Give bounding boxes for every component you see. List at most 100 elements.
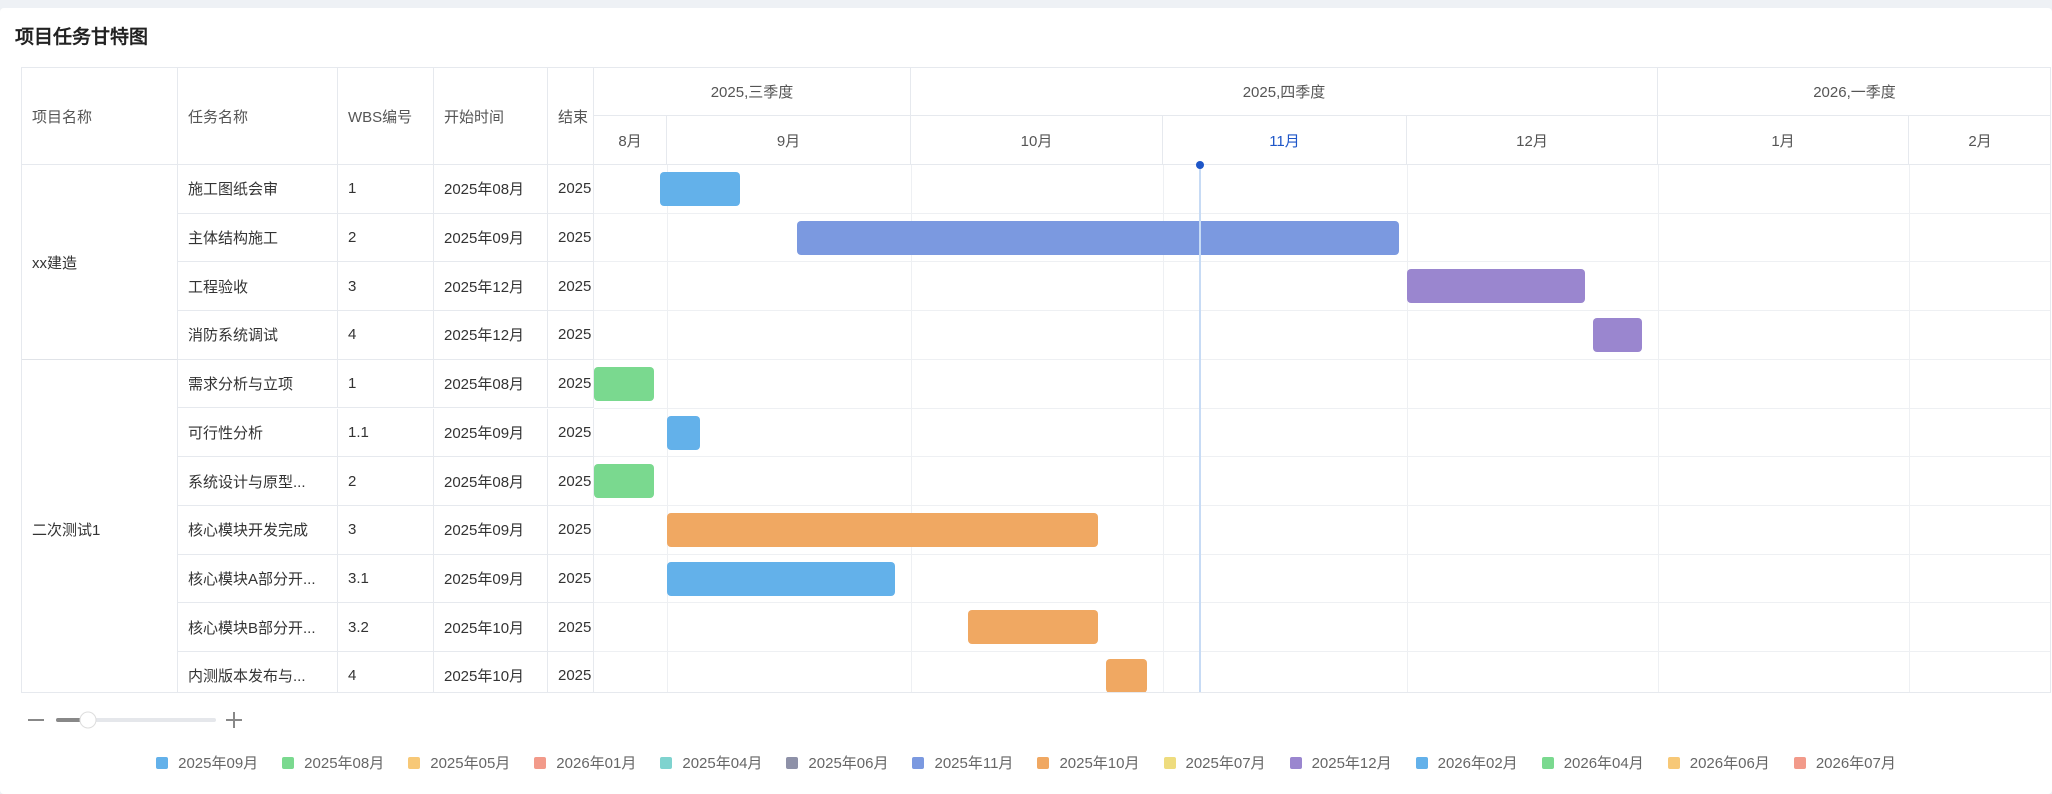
- end-date-cell[interactable]: 2025: [548, 262, 594, 312]
- wbs-cell[interactable]: 3: [338, 262, 434, 312]
- legend-item[interactable]: 2025年12月: [1289, 752, 1392, 773]
- start-date-cell[interactable]: 2025年09月: [434, 408, 548, 458]
- legend-item[interactable]: 2025年11月: [912, 752, 1013, 773]
- legend-label: 2025年04月: [682, 755, 763, 772]
- task-bar[interactable]: [1593, 318, 1642, 353]
- wbs-cell[interactable]: 4: [338, 652, 434, 692]
- legend-label: 2025年07月: [1185, 755, 1266, 772]
- task-bar[interactable]: [667, 415, 700, 450]
- task-name-cell[interactable]: 可行性分析: [178, 408, 338, 458]
- legend-item[interactable]: 2025年07月: [1163, 752, 1266, 773]
- task-name-cell[interactable]: 工程验收: [178, 262, 338, 312]
- grid-hline: [594, 261, 2050, 263]
- wbs-cell[interactable]: 3.2: [338, 603, 434, 652]
- task-name-cell[interactable]: 内测版本发布与...: [178, 652, 338, 692]
- task-bar[interactable]: [594, 464, 654, 499]
- task-bar[interactable]: [1106, 659, 1147, 692]
- end-date-cell[interactable]: 2025: [548, 505, 594, 555]
- start-date-cell[interactable]: 2025年10月: [434, 603, 548, 652]
- task-bar[interactable]: [660, 172, 741, 206]
- task-bar[interactable]: [667, 561, 895, 596]
- legend-item[interactable]: 2026年07月: [1793, 752, 1896, 773]
- legend-label: 2026年02月: [1437, 755, 1518, 772]
- legend-swatch: [1415, 756, 1428, 769]
- start-date-cell[interactable]: 2025年09月: [434, 213, 548, 263]
- column-header-wbs[interactable]: WBS编号: [338, 68, 434, 165]
- start-date-cell[interactable]: 2025年09月: [434, 554, 548, 604]
- task-name-cell[interactable]: 核心模块A部分开...: [178, 554, 338, 604]
- legend-item[interactable]: 2025年05月: [408, 752, 510, 773]
- column-header-task[interactable]: 任务名称: [178, 68, 338, 165]
- wbs-cell[interactable]: 1: [338, 359, 434, 409]
- wbs-cell[interactable]: 4: [338, 311, 434, 360]
- legend-item[interactable]: 2025年06月: [786, 752, 888, 773]
- legend-item[interactable]: 2026年02月: [1415, 752, 1518, 773]
- project-cell-xx[interactable]: xx建造: [22, 165, 178, 360]
- wbs-cell[interactable]: 3: [338, 505, 434, 555]
- column-header-end[interactable]: 结束: [548, 68, 594, 165]
- zoom-thumb[interactable]: [79, 711, 97, 729]
- column-header-start[interactable]: 开始时间: [434, 68, 548, 165]
- start-date-cell[interactable]: 2025年09月: [434, 505, 548, 555]
- legend-label: 2025年06月: [808, 755, 889, 772]
- task-name-cell[interactable]: 核心模块开发完成: [178, 505, 338, 555]
- end-date-cell[interactable]: 2025: [548, 652, 594, 692]
- wbs-cell[interactable]: 2: [338, 457, 434, 506]
- start-date-cell[interactable]: 2025年08月: [434, 457, 548, 506]
- task-name-cell[interactable]: 施工图纸会审: [178, 165, 338, 214]
- legend-item[interactable]: 2026年06月: [1667, 752, 1770, 773]
- legend-swatch: [1793, 756, 1806, 769]
- legend-swatch: [282, 756, 295, 769]
- legend-label: 2026年04月: [1563, 755, 1644, 772]
- legend-item[interactable]: 2025年08月: [282, 752, 384, 773]
- task-name-cell[interactable]: 系统设计与原型...: [178, 457, 338, 506]
- legend-item[interactable]: 2025年04月: [660, 752, 762, 773]
- month-header: 2月: [1909, 116, 2050, 165]
- start-date-cell[interactable]: 2025年10月: [434, 652, 548, 692]
- legend: 2025年09月 2025年08月 2025年05月 2026年01月 2025年04月…: [0, 752, 2052, 773]
- task-name-cell[interactable]: 需求分析与立项: [178, 359, 338, 409]
- start-date-cell[interactable]: 2025年12月: [434, 262, 548, 312]
- task-bar[interactable]: [667, 512, 1098, 547]
- task-name-cell[interactable]: 核心模块B部分开...: [178, 603, 338, 652]
- legend-label: 2025年09月: [178, 755, 259, 772]
- legend-swatch: [534, 756, 547, 769]
- task-bar[interactable]: [594, 366, 654, 401]
- end-date-cell[interactable]: 2025: [548, 165, 594, 214]
- column-header-project[interactable]: 项目名称: [22, 68, 178, 165]
- grid-hline: [594, 651, 2050, 652]
- legend-item[interactable]: 2026年01月: [534, 752, 636, 773]
- task-name-cell[interactable]: 主体结构施工: [178, 213, 338, 263]
- legend-swatch: [1541, 756, 1554, 769]
- quarter-header: 2025,四季度: [911, 68, 1658, 116]
- task-bar[interactable]: [967, 610, 1098, 645]
- end-date-cell[interactable]: 2025: [548, 213, 594, 263]
- end-date-cell[interactable]: 2025: [548, 457, 594, 506]
- task-name-cell[interactable]: 消防系统调试: [178, 311, 338, 360]
- grid-hline: [594, 553, 2050, 555]
- wbs-cell[interactable]: 2: [338, 213, 434, 263]
- task-bar[interactable]: [1407, 269, 1586, 304]
- zoom-control: [26, 708, 246, 732]
- start-date-cell[interactable]: 2025年08月: [434, 165, 548, 214]
- start-date-cell[interactable]: 2025年08月: [434, 359, 548, 409]
- wbs-cell[interactable]: 1.1: [338, 408, 434, 458]
- end-date-cell[interactable]: 2025: [548, 311, 594, 360]
- legend-item[interactable]: 2025年09月: [156, 752, 258, 773]
- legend-item[interactable]: 2025年10月: [1037, 752, 1140, 773]
- wbs-cell[interactable]: 1: [338, 165, 434, 214]
- end-date-cell[interactable]: 2025: [548, 359, 594, 409]
- project-cell-test[interactable]: 二次测试1: [22, 360, 178, 692]
- month-header-current: 11月: [1163, 116, 1407, 165]
- legend-swatch: [660, 756, 673, 769]
- wbs-cell[interactable]: 3.1: [338, 554, 434, 604]
- end-date-cell[interactable]: 2025: [548, 408, 594, 458]
- grid-hline: [594, 456, 2050, 458]
- end-date-cell[interactable]: 2025: [548, 603, 594, 652]
- start-date-cell[interactable]: 2025年12月: [434, 311, 548, 360]
- legend-item[interactable]: 2026年04月: [1541, 752, 1644, 773]
- grid-hline: [594, 358, 2050, 360]
- month-header: 12月: [1407, 116, 1658, 165]
- end-date-cell[interactable]: 2025: [548, 554, 594, 604]
- task-bar[interactable]: [797, 220, 1399, 255]
